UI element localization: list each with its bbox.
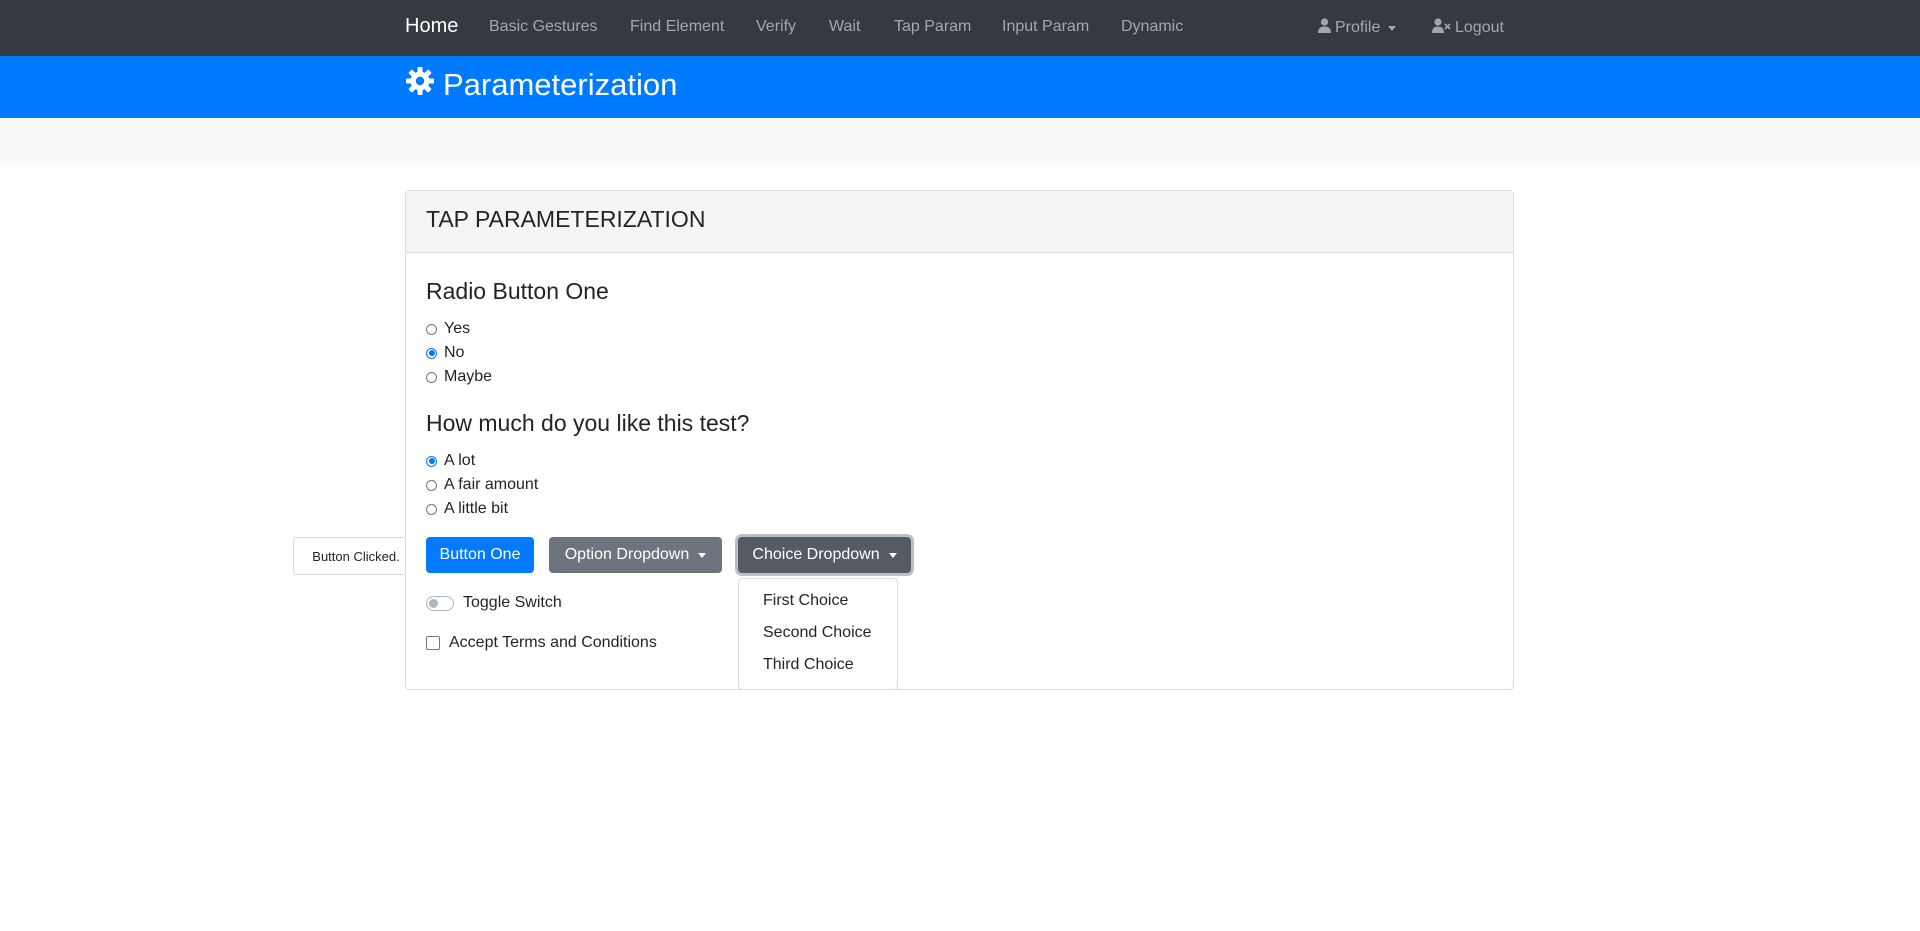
choice-dropdown-button[interactable]: Choice Dropdown — [738, 537, 911, 573]
nav-link-input-param[interactable]: Input Param — [1002, 18, 1089, 36]
dropdown-item-second-choice[interactable]: Second Choice — [763, 624, 872, 642]
nav-brand-home[interactable]: Home — [405, 15, 458, 38]
page-title: Parameterization — [443, 67, 678, 102]
option-dropdown-label: Option Dropdown — [564, 546, 690, 563]
nav-link-tap-param[interactable]: Tap Param — [894, 18, 971, 36]
gear-icon — [405, 66, 443, 104]
radio-option-a-lot[interactable]: A lot — [426, 451, 475, 471]
profile-label: Profile — [1335, 19, 1381, 36]
option-dropdown-button[interactable]: Option Dropdown — [549, 537, 722, 573]
radio-group-one-title: Radio Button One — [426, 278, 609, 304]
radio-button-selected[interactable] — [426, 347, 437, 359]
radio-label: Yes — [444, 320, 471, 337]
terms-checkbox[interactable] — [426, 636, 440, 650]
radio-button[interactable] — [426, 371, 437, 383]
tap-parameterization-card: TAP PARAMETERIZATION Radio Button One Ye… — [405, 190, 1514, 690]
radio-label: A lot — [444, 452, 476, 469]
radio-label: No — [444, 344, 465, 361]
choice-dropdown-menu: First Choice Second Choice Third Choice — [738, 578, 898, 690]
radio-option-a-fair-amount[interactable]: A fair amount — [426, 475, 538, 495]
nav-link-basic-gestures[interactable]: Basic Gestures — [489, 18, 597, 36]
toggle-switch[interactable] — [426, 595, 454, 611]
header-subband — [0, 118, 1920, 165]
logout-link[interactable]: Logout — [1432, 18, 1504, 38]
top-navbar: Home Basic Gestures Find Element Verify … — [0, 0, 1920, 56]
toggle-switch-row[interactable]: Toggle Switch — [426, 594, 562, 612]
terms-checkbox-label: Accept Terms and Conditions — [449, 634, 657, 651]
radio-label: A fair amount — [444, 476, 539, 493]
dropdown-item-first-choice[interactable]: First Choice — [763, 592, 848, 610]
toggle-switch-label: Toggle Switch — [463, 594, 562, 611]
button-clicked-tooltip: Button Clicked. — [293, 537, 419, 575]
radio-option-maybe[interactable]: Maybe — [426, 367, 492, 387]
user-x-icon — [1432, 18, 1451, 38]
terms-checkbox-row[interactable]: Accept Terms and Conditions — [426, 634, 657, 652]
chevron-down-icon — [1388, 25, 1397, 31]
button-one[interactable]: Button One — [426, 537, 534, 573]
radio-label: A little bit — [444, 500, 509, 517]
radio-option-yes[interactable]: Yes — [426, 319, 470, 339]
page-header: Parameterization — [0, 56, 1920, 118]
radio-button[interactable] — [426, 479, 437, 491]
user-icon — [1318, 18, 1331, 38]
nav-link-wait[interactable]: Wait — [829, 18, 860, 36]
radio-option-no[interactable]: No — [426, 343, 464, 363]
radio-button[interactable] — [426, 323, 437, 335]
card-title: TAP PARAMETERIZATION — [426, 206, 706, 232]
nav-link-find-element[interactable]: Find Element — [630, 18, 724, 36]
caret-down-icon — [698, 552, 707, 558]
choice-dropdown-label: Choice Dropdown — [752, 546, 880, 563]
card-header: TAP PARAMETERIZATION — [406, 191, 1513, 253]
page-title-wrap: Parameterization — [405, 66, 677, 104]
logout-label: Logout — [1455, 19, 1504, 36]
nav-link-dynamic[interactable]: Dynamic — [1121, 18, 1183, 36]
radio-group-two-title: How much do you like this test? — [426, 410, 750, 436]
profile-dropdown-toggle[interactable]: Profile — [1318, 18, 1397, 38]
radio-button-selected[interactable] — [426, 455, 437, 467]
radio-button[interactable] — [426, 503, 437, 515]
dropdown-item-third-choice[interactable]: Third Choice — [763, 656, 854, 674]
caret-down-icon — [888, 552, 897, 558]
nav-link-verify[interactable]: Verify — [756, 18, 796, 36]
radio-option-a-little-bit[interactable]: A little bit — [426, 499, 508, 519]
radio-label: Maybe — [444, 368, 493, 385]
